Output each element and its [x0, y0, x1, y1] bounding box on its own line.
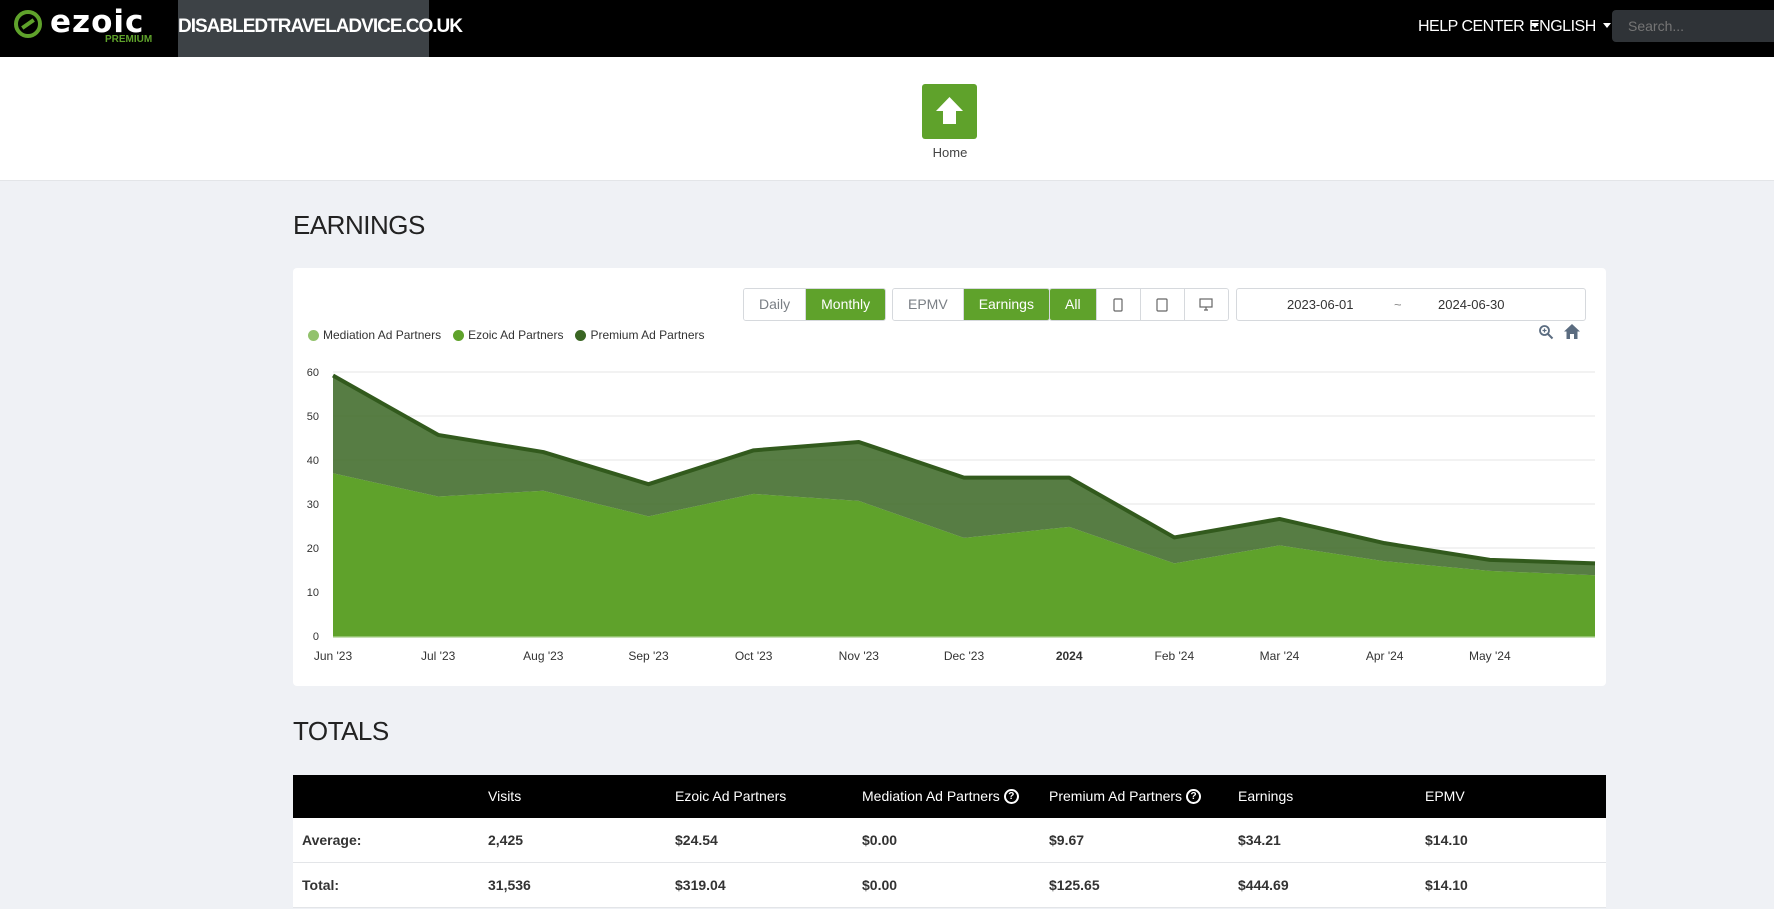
- x-tick-label: Feb '24: [1155, 649, 1195, 663]
- y-tick-label: 60: [307, 367, 319, 379]
- site-selector[interactable]: DISABLEDTRAVELADVICE.CO.UK: [178, 0, 463, 57]
- x-tick-label: Jul '23: [421, 649, 456, 663]
- language-menu[interactable]: ENGLISH: [1529, 0, 1611, 57]
- table-cell: $444.69: [1238, 877, 1289, 893]
- home-button[interactable]: [922, 84, 977, 139]
- table-cell: 2,425: [488, 832, 524, 848]
- help-center-label: HELP CENTER: [1418, 18, 1525, 35]
- help-center-menu[interactable]: HELP CENTER: [1418, 0, 1540, 57]
- header-label: Mediation Ad Partners: [862, 788, 1000, 804]
- y-tick-label: 40: [307, 455, 319, 467]
- table-row: Average: 2,425 $24.54 $0.00 $9.67 $34.21 $14.1…: [293, 818, 1606, 863]
- totals-title: TOTALS: [293, 716, 389, 746]
- table-header-cell[interactable]: EPMV: [1425, 788, 1465, 804]
- help-icon[interactable]: ?: [1003, 788, 1019, 804]
- x-tick-label: 2024: [1056, 649, 1083, 663]
- search-input[interactable]: [1612, 10, 1774, 42]
- table-cell: $24.54: [675, 832, 718, 848]
- table-row: Total: 31,536 $319.04 $0.00 $125.65 $444.69 $1…: [293, 863, 1606, 908]
- x-tick-label: Sep '23: [628, 649, 669, 663]
- earnings-title: EARNINGS: [293, 210, 425, 240]
- table-cell: 31,536: [488, 877, 531, 893]
- y-tick-label: 10: [307, 587, 319, 599]
- ezoic-logo-icon: [14, 10, 42, 38]
- totals-table: Visits Ezoic Ad Partners Mediation Ad Part…: [293, 775, 1606, 908]
- totals-table-header: Visits Ezoic Ad Partners Mediation Ad Part…: [293, 775, 1606, 818]
- table-header-cell[interactable]: Earnings: [1238, 788, 1293, 804]
- header-label: EPMV: [1425, 788, 1465, 804]
- table-cell: $14.10: [1425, 832, 1468, 848]
- x-tick-label: Mar '24: [1260, 649, 1300, 663]
- table-header-cell[interactable]: Visits: [488, 788, 521, 804]
- home-strip: Home: [0, 57, 1774, 181]
- y-tick-label: 20: [307, 543, 319, 555]
- y-tick-label: 30: [307, 499, 319, 511]
- x-tick-label: Jun '23: [314, 649, 353, 663]
- header-label: Ezoic Ad Partners: [675, 788, 787, 804]
- header-label: Earnings: [1238, 788, 1294, 804]
- row-label: Total:: [302, 877, 340, 893]
- totals-table-body: Average: 2,425 $24.54 $0.00 $9.67 $34.21 $14.1…: [293, 818, 1606, 908]
- table-cell: $319.04: [675, 877, 726, 893]
- x-tick-label: May '24: [1469, 649, 1511, 663]
- ezoic-logo[interactable]: ezoic PREMIUM: [12, 4, 162, 52]
- y-tick-label: 50: [307, 411, 319, 423]
- header-label: Visits: [488, 788, 522, 804]
- language-label: ENGLISH: [1529, 18, 1596, 35]
- table-header-cell[interactable]: Ezoic Ad Partners: [675, 788, 786, 804]
- table-cell: $125.65: [1049, 877, 1100, 893]
- earnings-area-chart: 0 10 20 30 40 50 60 Jun '23 Jul '23 Aug '23 Sep '2…: [307, 367, 1596, 663]
- header-label: Premium Ad Partners: [1049, 788, 1183, 804]
- table-cell: $0.00: [862, 877, 898, 893]
- earnings-chart-card: Daily Monthly EPMV Earnings All 2023-06-…: [293, 268, 1606, 686]
- top-navbar: ezoic PREMIUM DISABLEDTRAVELADVICE.CO.UK…: [0, 0, 1774, 57]
- table-header-cell[interactable]: Mediation Ad Partners?: [862, 788, 1019, 804]
- table-cell: $0.00: [862, 832, 898, 848]
- x-tick-label: Oct '23: [735, 649, 773, 663]
- row-label: Average:: [302, 832, 362, 848]
- x-tick-label: Aug '23: [523, 649, 564, 663]
- table-cell: $34.21: [1238, 832, 1281, 848]
- y-tick-label: 0: [313, 631, 319, 643]
- help-icon[interactable]: ?: [1186, 788, 1202, 804]
- x-tick-label: Dec '23: [944, 649, 985, 663]
- home-label: Home: [932, 145, 968, 160]
- x-tick-label: Apr '24: [1366, 649, 1404, 663]
- caret-down-icon: [1602, 23, 1611, 28]
- table-cell: $14.10: [1425, 877, 1468, 893]
- home-icon: [936, 97, 963, 124]
- x-tick-label: Nov '23: [839, 649, 880, 663]
- logo-premium-label: PREMIUM: [105, 34, 153, 45]
- table-header-cell[interactable]: Premium Ad Partners?: [1049, 788, 1202, 804]
- table-cell: $9.67: [1049, 832, 1085, 848]
